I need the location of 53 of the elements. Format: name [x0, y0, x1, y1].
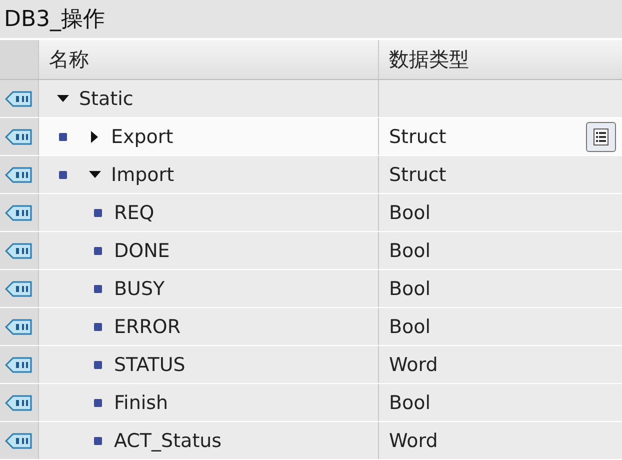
tag-icon: [5, 280, 33, 298]
data-type: Word: [389, 430, 438, 452]
variable-name: STATUS: [114, 354, 186, 376]
table-row[interactable]: Import Struct: [0, 156, 622, 193]
column-header[interactable]: 名称: [49, 46, 89, 73]
variable-name: Export: [111, 126, 174, 148]
tag-icon: [5, 242, 33, 260]
variable-name: Import: [111, 164, 174, 186]
tag-icon: [5, 356, 33, 374]
tag-icon: [5, 432, 33, 450]
tag-icon: [5, 394, 33, 412]
tag-icon: [5, 204, 33, 222]
table-row[interactable]: Static: [0, 80, 622, 117]
window-title: DB3_操作: [4, 6, 106, 34]
variable-name: REQ: [114, 202, 154, 224]
details-button[interactable]: [586, 122, 616, 152]
data-type: Bool: [389, 240, 431, 262]
table-row[interactable]: Finish Bool: [0, 384, 622, 421]
data-type: Bool: [389, 316, 431, 338]
variable-name: Finish: [114, 392, 168, 414]
column-header[interactable]: 数据类型: [389, 46, 469, 73]
tag-icon: [5, 166, 33, 184]
data-type: Struct: [389, 164, 446, 186]
member-bullet-icon: [94, 208, 102, 216]
variable-name: Static: [79, 88, 134, 110]
table-row[interactable]: REQ Bool: [0, 194, 622, 231]
table-row[interactable]: ERROR Bool: [0, 308, 622, 345]
data-type: Word: [389, 354, 438, 376]
variable-name: ACT_Status: [114, 430, 222, 452]
member-bullet-icon: [94, 360, 102, 368]
variable-name: ERROR: [114, 316, 181, 338]
member-bullet-icon: [94, 246, 102, 254]
table-row[interactable]: ACT_Status Word: [0, 422, 622, 459]
data-type: Bool: [389, 392, 431, 414]
tag-icon: [5, 90, 33, 108]
table-row[interactable]: BUSY Bool: [0, 270, 622, 307]
member-bullet-icon: [59, 170, 67, 178]
table-row[interactable]: Export Struct: [0, 118, 622, 155]
data-type: Bool: [389, 278, 431, 300]
variable-name: DONE: [114, 240, 170, 262]
table-row[interactable]: DONE Bool: [0, 232, 622, 269]
tag-icon: [5, 128, 33, 146]
data-type: Struct: [389, 126, 446, 148]
variable-name: BUSY: [114, 278, 165, 300]
tag-icon: [5, 318, 33, 336]
member-bullet-icon: [94, 436, 102, 444]
list-icon: [593, 128, 609, 146]
table-row[interactable]: STATUS Word: [0, 346, 622, 383]
data-type: Bool: [389, 202, 431, 224]
member-bullet-icon: [59, 132, 67, 140]
member-bullet-icon: [94, 322, 102, 330]
member-bullet-icon: [94, 398, 102, 406]
member-bullet-icon: [94, 284, 102, 292]
